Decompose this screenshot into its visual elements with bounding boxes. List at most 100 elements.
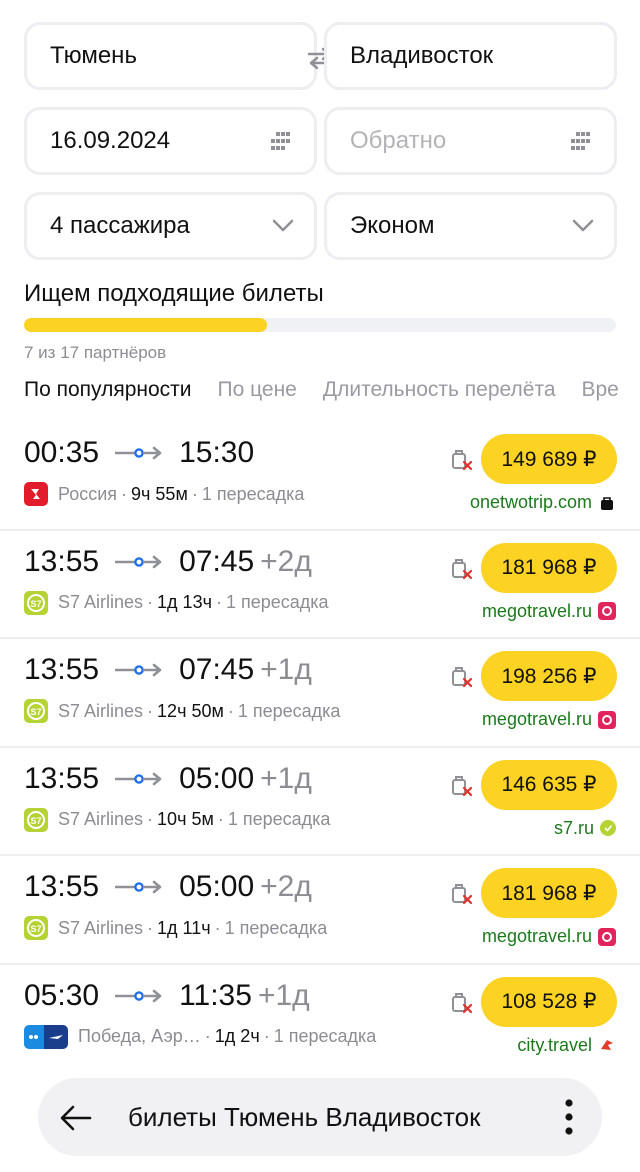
- flight-times: 13:55 07:45 +1д: [24, 653, 312, 687]
- flight-stops: 1 пересадка: [227, 809, 331, 830]
- tab-duration[interactable]: Длительность перелёта: [323, 378, 556, 408]
- departure-time: 00:35: [24, 436, 100, 469]
- search-query[interactable]: билеты Тюмень Владивосток: [128, 1102, 481, 1133]
- flight-row[interactable]: 13:55 05:00 +2д S7 S7 Airlines · 1д 11ч · 1 пере…: [0, 856, 640, 965]
- agency-name: megotravel.ru: [481, 926, 592, 947]
- to-field[interactable]: Владивосток: [324, 22, 617, 90]
- flight-meta: Россия · 9ч 55м · 1 пересадка: [24, 482, 304, 506]
- class-select[interactable]: Эконом: [324, 192, 617, 260]
- pobeda-logo-icon: [24, 1024, 44, 1049]
- departure-time: 05:30: [24, 978, 100, 1012]
- flight-stops: 1 пересадка: [201, 483, 305, 504]
- chevron-down-icon: [272, 219, 294, 232]
- day-offset: +2д: [260, 870, 312, 904]
- calendar-icon: [271, 132, 290, 150]
- back-arrow-icon[interactable]: [58, 1100, 94, 1136]
- flight-meta: S7 S7 Airlines · 1д 11ч · 1 пересадка: [24, 916, 328, 941]
- flight-row[interactable]: 13:55 05:00 +1д S7 S7 Airlines · 10ч 5м · 1 пере…: [0, 748, 640, 857]
- flight-meta: S7 S7 Airlines · 10ч 5м · 1 пересадка: [24, 807, 331, 832]
- separator-dot: ·: [263, 1026, 270, 1047]
- flight-stops: 1 пересадка: [224, 917, 328, 938]
- day-offset: +2д: [260, 544, 312, 578]
- airline-name: S7 Airlines: [58, 592, 144, 613]
- separator-dot: ·: [215, 592, 222, 613]
- flight-duration: 9ч 55м: [131, 483, 188, 504]
- flight-duration: 10ч 5м: [157, 809, 214, 830]
- day-offset: +1д: [257, 978, 310, 1012]
- s7-logo-icon: S7: [24, 590, 48, 615]
- chevron-down-icon: [572, 219, 594, 232]
- route-arrow-icon: [115, 662, 163, 678]
- price-button[interactable]: 108 528 ₽: [481, 976, 617, 1027]
- date-field[interactable]: 16.09.2024: [24, 107, 317, 175]
- day-offset: +1д: [260, 761, 312, 795]
- price-button[interactable]: 181 968 ₽: [481, 542, 617, 593]
- tab-price[interactable]: По цене: [218, 378, 297, 408]
- flight-times: 00:35 15:30: [24, 436, 260, 470]
- from-field[interactable]: Тюмень: [24, 22, 317, 90]
- megotravel-icon: [598, 710, 616, 729]
- airline-name: S7 Airlines: [58, 700, 144, 721]
- s7-logo-icon: S7: [24, 807, 48, 832]
- svg-text:S7: S7: [30, 599, 41, 609]
- agency[interactable]: city.travel: [517, 1035, 616, 1056]
- sort-tabs: По популярности По цене Длительность пер…: [24, 378, 619, 408]
- no-baggage-icon: [450, 557, 474, 581]
- agency[interactable]: megotravel.ru: [482, 601, 616, 622]
- bag-icon: [598, 494, 616, 512]
- from-value: Тюмень: [50, 42, 137, 69]
- passengers-select[interactable]: 4 пассажира: [24, 192, 317, 260]
- separator-dot: ·: [121, 483, 128, 504]
- flight-stops: 1 пересадка: [225, 592, 329, 613]
- airline-name: Победа, Аэр…: [78, 1026, 201, 1047]
- day-offset: +1д: [260, 653, 312, 687]
- flight-stops: 1 пересадка: [273, 1026, 377, 1047]
- flight-row[interactable]: 05:30 11:35 +1д Победа, Аэр… · 1д 2ч · 1 переса…: [0, 965, 640, 1074]
- bottom-search-bar[interactable]: билеты Тюмень Владивосток: [38, 1078, 602, 1156]
- departure-time: 13:55: [24, 870, 100, 904]
- departure-time: 13:55: [24, 761, 100, 795]
- price-button[interactable]: 146 635 ₽: [481, 759, 617, 810]
- price-button[interactable]: 181 968 ₽: [481, 868, 617, 919]
- megotravel-icon: [598, 602, 616, 621]
- arrival-time: 05:00: [179, 870, 255, 904]
- arrival-time: 15:30: [179, 436, 255, 469]
- agency-name: city.travel: [517, 1034, 592, 1055]
- flight-duration: 1д 13ч: [157, 592, 212, 613]
- no-baggage-icon: [450, 774, 474, 798]
- svg-text:S7: S7: [30, 924, 41, 934]
- separator-dot: ·: [191, 483, 198, 504]
- agency[interactable]: megotravel.ru: [482, 926, 616, 947]
- separator-dot: ·: [227, 700, 234, 721]
- flight-list: 00:35 15:30 Россия · 9ч 55м · 1 пересадка 149 6…: [0, 422, 640, 1074]
- tab-time[interactable]: Вре: [582, 378, 619, 408]
- search-progress-bar: [24, 318, 616, 332]
- separator-dot: ·: [217, 809, 224, 830]
- departure-time: 13:55: [24, 544, 100, 578]
- flight-row[interactable]: 13:55 07:45 +1д S7 S7 Airlines · 12ч 50м · 1 пер…: [0, 639, 640, 748]
- agency-name: megotravel.ru: [481, 600, 592, 621]
- price-button[interactable]: 149 689 ₽: [481, 434, 617, 484]
- separator-dot: ·: [147, 592, 154, 613]
- airline-name: S7 Airlines: [58, 917, 144, 938]
- return-date-field[interactable]: Обратно: [324, 107, 617, 175]
- agency[interactable]: megotravel.ru: [482, 709, 616, 730]
- flight-stops: 1 пересадка: [237, 700, 341, 721]
- agency[interactable]: onetwotrip.com: [470, 492, 616, 513]
- flight-duration: 1д 2ч: [214, 1026, 260, 1047]
- price-button[interactable]: 198 256 ₽: [481, 651, 617, 702]
- date-value: 16.09.2024: [50, 127, 171, 154]
- flight-row[interactable]: 00:35 15:30 Россия · 9ч 55м · 1 пересадка 149 6…: [0, 422, 640, 531]
- arrival-time: 07:45: [179, 653, 255, 687]
- megotravel-icon: [598, 927, 616, 946]
- tab-popularity[interactable]: По популярности: [24, 378, 192, 408]
- agency-name: onetwotrip.com: [469, 492, 592, 512]
- agency[interactable]: s7.ru: [554, 818, 616, 839]
- more-vert-icon[interactable]: [564, 1098, 574, 1136]
- separator-dot: ·: [147, 917, 154, 938]
- city-travel-icon: [598, 1036, 616, 1054]
- flight-times: 13:55 07:45 +2д: [24, 545, 312, 579]
- s7-small-icon: [600, 820, 616, 837]
- arrival-time: 07:45: [179, 544, 255, 578]
- flight-row[interactable]: 13:55 07:45 +2д S7 S7 Airlines · 1д 13ч · 1 пере…: [0, 531, 640, 640]
